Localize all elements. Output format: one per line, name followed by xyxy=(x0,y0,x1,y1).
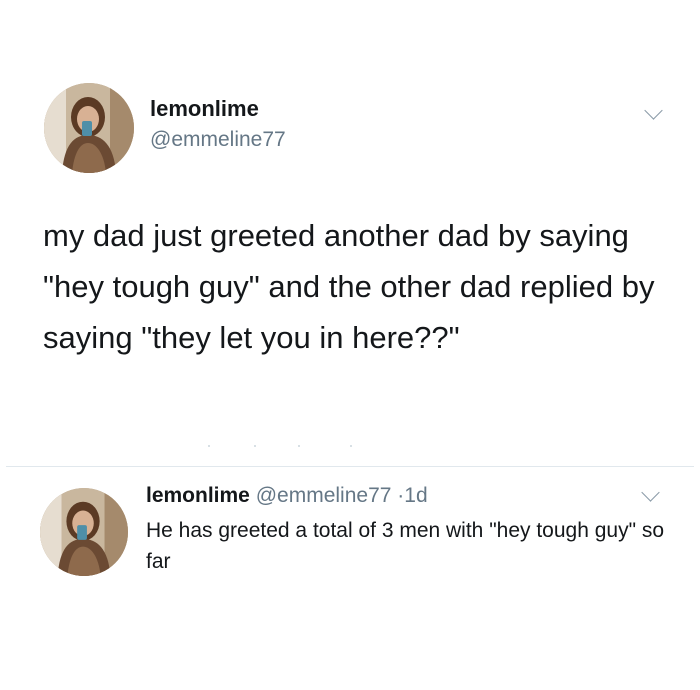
reply-icon[interactable] xyxy=(208,445,210,447)
reply-display-name[interactable]: lemonlime xyxy=(146,484,250,507)
divider xyxy=(6,466,694,467)
tweet-text: my dad just greeted another dad by sayin… xyxy=(43,218,655,355)
avatar-photo xyxy=(40,488,128,576)
chevron-down-icon[interactable] xyxy=(644,101,663,120)
avatar-photo xyxy=(44,83,134,173)
display-name[interactable]: lemonlime xyxy=(150,96,259,122)
reply-user-handle[interactable]: @emmeline77 xyxy=(256,484,392,507)
reply-timestamp[interactable]: 1d xyxy=(404,484,427,507)
retweet-icon[interactable] xyxy=(254,445,256,447)
like-icon[interactable] xyxy=(298,445,300,447)
main-tweet: lemonlime @emmeline77 my dad just greete… xyxy=(0,0,700,466)
avatar[interactable] xyxy=(44,83,134,173)
user-handle[interactable]: @emmeline77 xyxy=(150,128,286,152)
reply-header: lemonlime @emmeline77 ·1d xyxy=(146,484,428,508)
share-icon[interactable] xyxy=(350,445,352,447)
action-bar-dots xyxy=(200,445,360,449)
reply-text: He has greeted a total of 3 men with "he… xyxy=(146,519,665,573)
chevron-down-icon[interactable] xyxy=(641,483,660,502)
reply-avatar[interactable] xyxy=(40,488,128,576)
